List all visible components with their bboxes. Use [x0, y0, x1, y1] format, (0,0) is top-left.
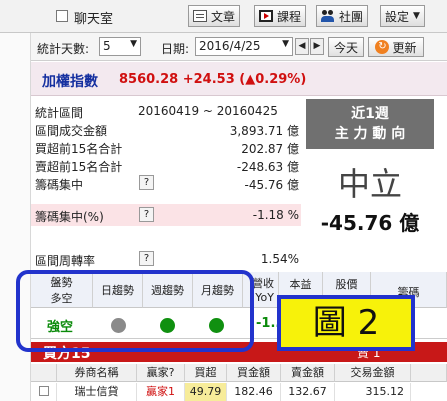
stat-key: 區間成交金額 — [35, 124, 108, 138]
help-icon[interactable]: ? — [139, 175, 154, 190]
stat-row-period: 統計區間 20160419 ~ 20160425 — [31, 102, 301, 120]
col-header-label: 交易金額 — [350, 366, 395, 379]
winner-tag: 贏家1 — [137, 383, 185, 401]
trade-amount-value: 315.12 — [335, 383, 411, 401]
panel-title: 主 力 動 向 — [334, 126, 406, 142]
col-header-winner: 贏家? — [137, 364, 185, 382]
col-header-label: 買超 — [194, 366, 217, 379]
stat-days-label: 統計天數: — [37, 42, 90, 56]
controls-row: 統計天數: 5 ▼ 日期: 2016/4/25 ▼ ◀ ▶ 今天 ↻ 更新 — [31, 33, 447, 61]
chevron-down-icon: ▼ — [413, 11, 420, 21]
panel-period: 近1週 — [351, 106, 389, 122]
stat-row-concentration: 籌碼集中 ? -45.76 億 — [31, 174, 301, 192]
col-header-net-buy: 買超 — [185, 364, 227, 382]
course-button-label: 課程 — [277, 9, 302, 24]
panel-amount: -45.76 億 — [320, 211, 420, 235]
today-button[interactable]: 今天 — [328, 37, 364, 57]
annotation-highlight-box — [16, 270, 254, 352]
main-force-header: 近1週 主 力 動 向 — [306, 99, 434, 149]
stat-days-value: 5 — [103, 39, 111, 53]
refresh-icon: ↻ — [375, 40, 390, 54]
col-header-sell-amount: 賣金額 — [281, 364, 335, 382]
help-icon[interactable]: ? — [139, 251, 154, 266]
chevron-down-icon: ▼ — [282, 39, 289, 49]
index-header: 加權指數 8560.28 +24.53 (▲0.29%) — [31, 62, 447, 96]
stat-row-turnover: 區間成交金額 3,893.71 億 — [31, 120, 301, 138]
main-force-panel: 近1週 主 力 動 向 中立 -45.76 億 — [306, 99, 434, 267]
community-button-label: 社團 — [339, 9, 364, 24]
chevron-down-icon: ▼ — [130, 39, 137, 49]
col-header-label: 買金額 — [237, 366, 270, 379]
col-header-trade-amount: 交易金額 — [335, 364, 411, 382]
date-label: 日期: — [161, 42, 190, 56]
stat-key: 賣超前15名合計 — [35, 160, 123, 174]
course-button[interactable]: 課程 — [254, 5, 307, 27]
stat-row-top-buy: 買超前15名合計 202.87 億 — [31, 138, 301, 156]
article-button[interactable]: 文章 — [188, 5, 241, 27]
help-icon[interactable]: ? — [139, 207, 154, 222]
stat-value: 1.54% — [260, 252, 299, 266]
col-header-broker: 券商名稱 — [57, 364, 137, 382]
next-date-button[interactable]: ▶ — [310, 38, 324, 55]
sell-amount-value: 132.67 — [281, 383, 335, 401]
date-value: 2016/4/25 — [199, 39, 261, 53]
index-name: 加權指數 — [42, 74, 98, 90]
panel-sentiment: 中立 — [337, 165, 402, 203]
settings-button[interactable]: 設定 ▼ — [380, 5, 425, 27]
prev-date-button[interactable]: ◀ — [295, 38, 309, 55]
settings-button-label: 設定 — [385, 9, 410, 24]
stat-value: -248.63 億 — [236, 160, 299, 174]
stat-key: 買超前15名合計 — [35, 142, 123, 156]
col-header-checkbox — [31, 364, 57, 382]
stat-value: -45.76 億 — [244, 178, 300, 192]
stat-days-select[interactable]: 5 ▼ — [99, 37, 141, 56]
row-checkbox[interactable] — [38, 386, 49, 396]
col-header-label: 券商名稱 — [74, 366, 119, 379]
today-button-label: 今天 — [333, 40, 358, 55]
people-icon — [321, 10, 335, 22]
refresh-button-label: 更新 — [392, 40, 417, 55]
stat-key: 籌碼集中 — [35, 178, 84, 192]
col-header-label: 賣金額 — [291, 366, 324, 379]
chat-label: 聊天室 — [74, 12, 114, 27]
col-header-label: 贏家? — [146, 366, 175, 379]
stat-key: 籌碼集中(%) — [35, 210, 104, 224]
stat-row-top-sell: 賣超前15名合計 -248.63 億 — [31, 156, 301, 174]
net-buy-value: 49.79 — [185, 383, 227, 401]
article-button-label: 文章 — [211, 9, 236, 24]
stat-value: 20160419 ~ 20160425 — [138, 104, 278, 118]
broker-name: 瑞士信貸 — [57, 383, 137, 401]
col-header-label: 股價 — [335, 278, 358, 291]
stat-key: 統計區間 — [35, 106, 84, 120]
refresh-button[interactable]: ↻ 更新 — [368, 37, 424, 57]
figure-label: 圖 2 — [277, 295, 415, 351]
chat-checkbox[interactable] — [56, 10, 68, 22]
row-checkbox-cell — [31, 383, 57, 401]
top-toolbar: 聊天室 文章 課程 社團 設定 ▼ — [0, 0, 447, 33]
community-button[interactable]: 社團 — [316, 5, 369, 27]
stat-value: 202.87 億 — [241, 142, 299, 156]
col-header-extra — [411, 364, 447, 382]
document-icon — [193, 10, 207, 22]
buy-amount-value: 182.46 — [227, 383, 281, 401]
stat-value: -1.18 % — [252, 208, 299, 222]
stat-row-concentration-pct: 籌碼集中(%) ? -1.18 % — [31, 204, 301, 226]
col-header-buy-amount: 買金額 — [227, 364, 281, 382]
stat-value: 3,893.71 億 — [229, 124, 299, 138]
stat-key: 區間周轉率 — [35, 254, 96, 268]
col-header-label: 本益 — [289, 278, 312, 291]
index-value: 8560.28 +24.53 (▲0.29%) — [119, 72, 307, 87]
stat-row-turnover-rate: 區間周轉率 ? 1.54% — [31, 250, 301, 268]
video-icon — [259, 10, 273, 22]
date-picker[interactable]: 2016/4/25 ▼ — [195, 37, 293, 56]
